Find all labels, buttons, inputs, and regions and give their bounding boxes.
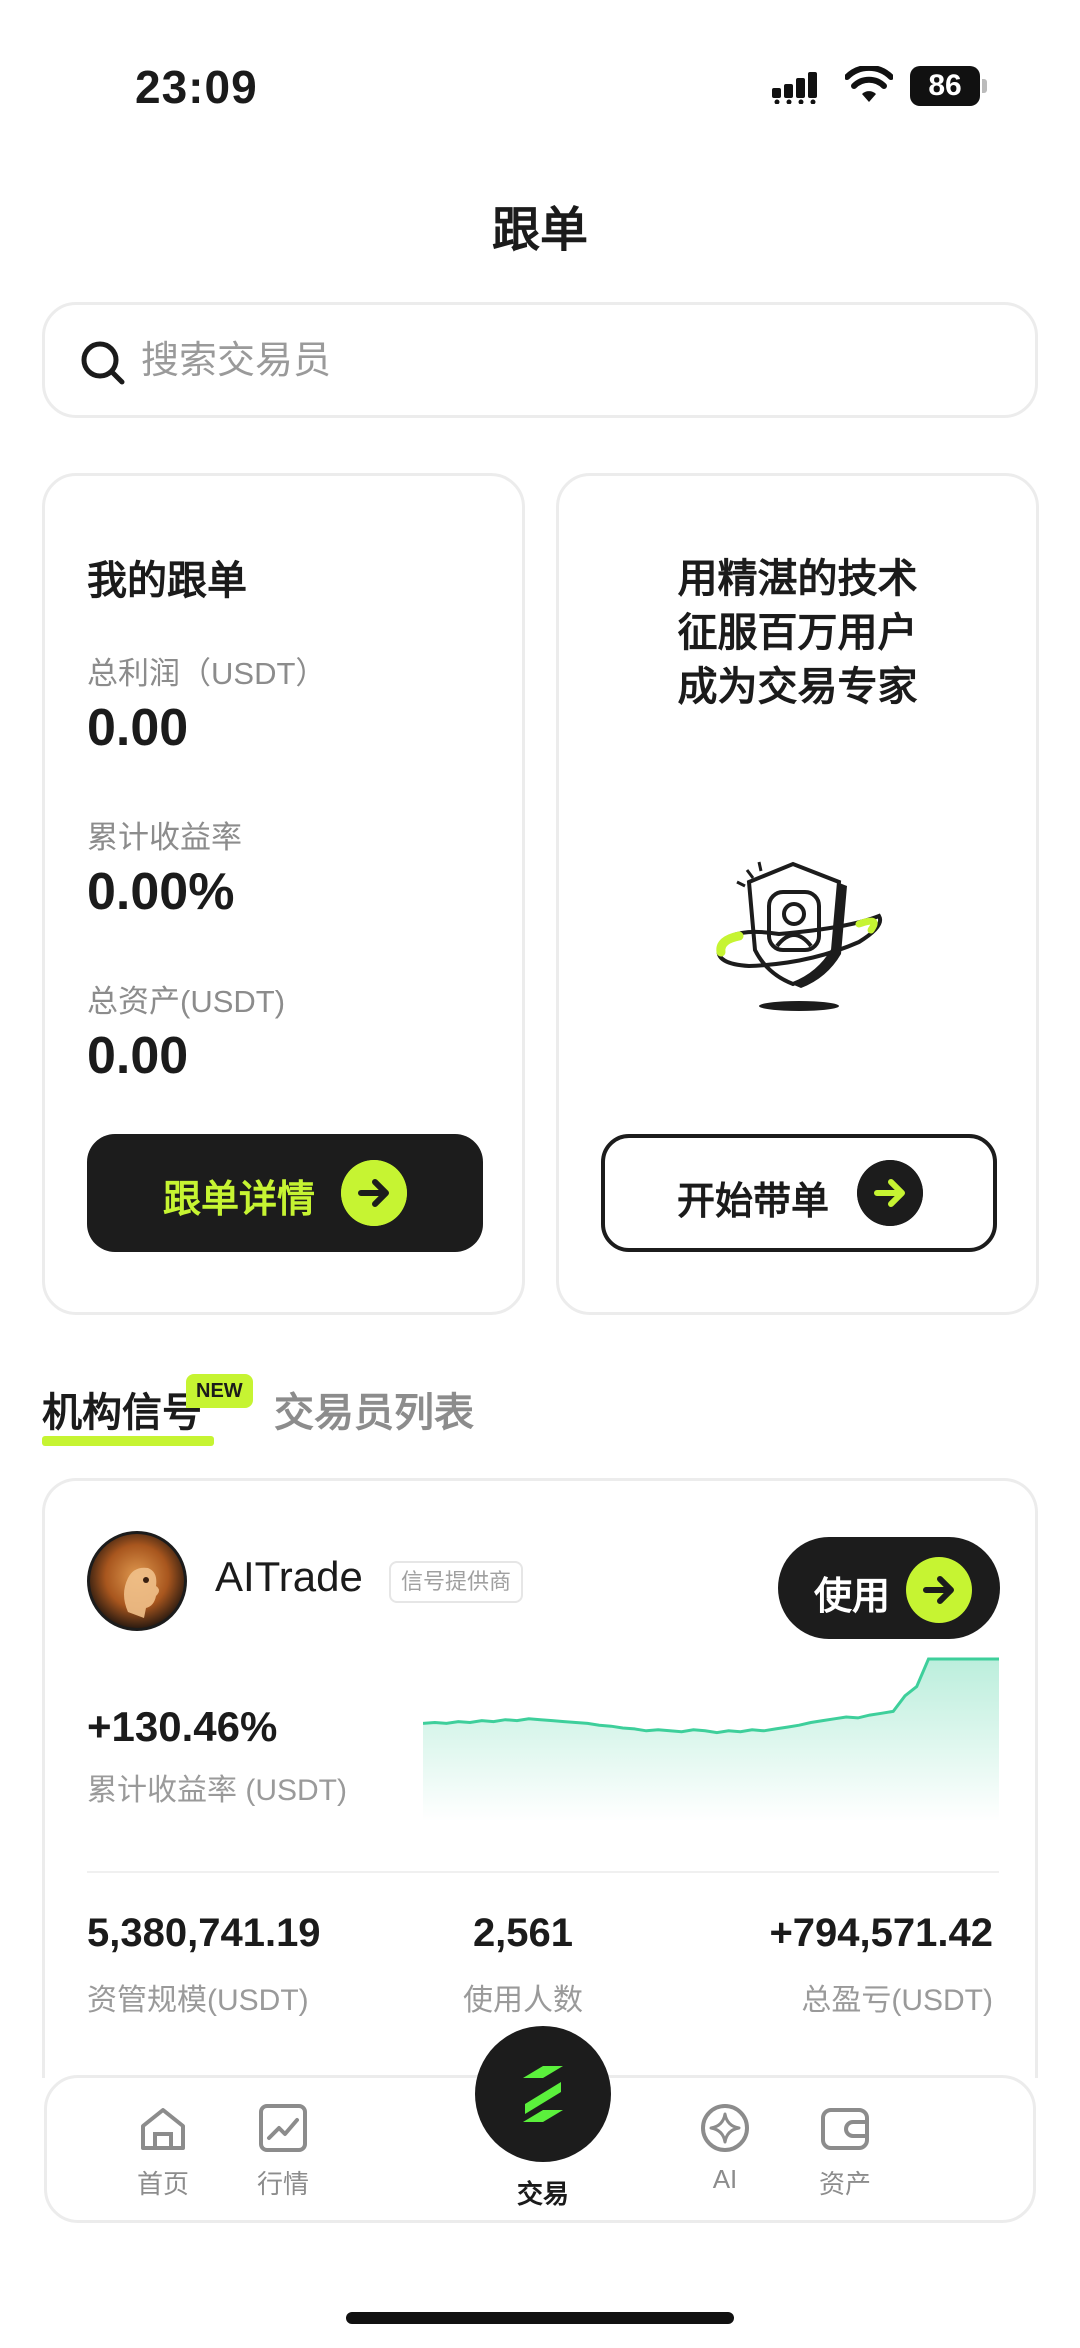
users-value: 2,561 bbox=[472, 1911, 574, 1955]
my-copy-card: 我的跟单 总利润（USDT） 0.00 累计收益率 0.00% 总资产(USDT… bbox=[42, 473, 525, 1315]
nav-ai-label: AI bbox=[712, 2164, 738, 2194]
signal-tabs: 机构信号 NEW 交易员列表 bbox=[42, 1374, 1038, 1460]
promo-line-3-wrap: 成为交易专家 bbox=[559, 654, 1036, 712]
nav-home-label: 首页 bbox=[136, 2169, 189, 2199]
roi-chart bbox=[423, 1657, 999, 1821]
wallet-icon bbox=[821, 2108, 869, 2150]
wifi-icon bbox=[845, 66, 893, 102]
page-title: 跟单 bbox=[491, 204, 588, 257]
search-box[interactable] bbox=[42, 302, 1038, 418]
search-icon bbox=[81, 341, 125, 385]
total-profit-value: 0.00 bbox=[87, 699, 189, 757]
chart-icon bbox=[259, 2104, 307, 2152]
trader-avatar bbox=[87, 1531, 187, 1631]
total-profit-label: 总利润（USDT） bbox=[87, 656, 327, 691]
total-assets-label: 总资产(USDT) bbox=[87, 984, 286, 1019]
total-assets-value: 0.00 bbox=[87, 1027, 189, 1085]
use-signal-label: 使用 bbox=[814, 1576, 891, 1618]
trade-icon bbox=[523, 2066, 563, 2122]
cumulative-return-value: 0.00% bbox=[87, 863, 235, 921]
use-signal-button[interactable]: 使用 bbox=[778, 1537, 1000, 1639]
nav-assets-label: 资产 bbox=[818, 2169, 871, 2199]
divider bbox=[87, 1871, 999, 1873]
promo-line-1: 用精湛的技术 bbox=[677, 557, 918, 601]
cumulative-return-label: 累计收益率 bbox=[87, 820, 242, 855]
arrow-right-icon bbox=[341, 1160, 407, 1226]
promo-highlight: 成为交易专家 bbox=[675, 654, 920, 712]
trader-name: AITrade bbox=[215, 1553, 363, 1600]
tab-trader-list[interactable]: 交易员列表 bbox=[274, 1380, 474, 1438]
tab-institution-signals[interactable]: 机构信号 bbox=[42, 1380, 202, 1438]
cellular-signal-icon bbox=[772, 72, 817, 104]
start-lead-trading-button[interactable]: 开始带单 bbox=[601, 1134, 997, 1252]
battery-level: 86 bbox=[910, 66, 980, 106]
roi-label: 累计收益率 (USDT) bbox=[87, 1774, 347, 1807]
home-icon bbox=[141, 2108, 185, 2150]
copy-detail-label: 跟单详情 bbox=[163, 1179, 316, 1221]
ai-sparkle-icon bbox=[701, 2104, 749, 2152]
shield-user-illustration bbox=[716, 861, 882, 1011]
nav-home[interactable]: 首页 bbox=[103, 2100, 223, 2210]
new-badge: NEW bbox=[186, 1374, 253, 1408]
battery-icon: 86 bbox=[910, 66, 987, 106]
users-label: 使用人数 bbox=[463, 1984, 583, 2017]
arrow-right-icon bbox=[906, 1557, 972, 1623]
status-bar: 23:09 86 bbox=[0, 0, 1080, 150]
home-indicator bbox=[346, 2312, 734, 2324]
status-time: 23:09 bbox=[135, 61, 258, 113]
lead-trading-promo-card: 用精湛的技术 征服百万用户 成为交易专家 开始带单 bbox=[556, 473, 1039, 1315]
nav-market[interactable]: 行情 bbox=[223, 2100, 343, 2210]
nav-market-label: 行情 bbox=[256, 2169, 309, 2199]
nav-ai[interactable]: AI bbox=[665, 2100, 785, 2210]
roi-value: +130.46% bbox=[87, 1703, 278, 1750]
my-copy-title: 我的跟单 bbox=[87, 559, 247, 603]
promo-line-2: 征服百万用户 bbox=[677, 611, 918, 655]
search-input[interactable] bbox=[141, 333, 991, 389]
total-pnl-value: +794,571.42 bbox=[769, 1911, 993, 1955]
aum-label: 资管规模(USDT) bbox=[87, 1984, 309, 2017]
arrow-right-icon bbox=[857, 1160, 923, 1226]
provider-tag: 信号提供商 bbox=[389, 1561, 524, 1603]
aum-value: 5,380,741.19 bbox=[87, 1911, 321, 1955]
start-lead-trading-label: 开始带单 bbox=[677, 1181, 830, 1223]
promo-line-3: 成为交易专家 bbox=[677, 665, 918, 709]
signal-card[interactable]: AITrade 信号提供商 使用 +130.46% 累计收益率 (USDT) 5… bbox=[42, 1478, 1038, 2078]
total-pnl-label: 总盈亏(USDT) bbox=[801, 1984, 993, 2017]
nav-trade-button[interactable] bbox=[475, 2026, 611, 2162]
nav-assets[interactable]: 资产 bbox=[785, 2100, 905, 2210]
nav-trade-label: 交易 bbox=[516, 2179, 569, 2209]
copy-detail-button[interactable]: 跟单详情 bbox=[87, 1134, 483, 1252]
roi-chart-area bbox=[423, 1659, 999, 1821]
bottom-nav: 首页 行情 交易 AI 资产 bbox=[44, 2026, 1036, 2223]
